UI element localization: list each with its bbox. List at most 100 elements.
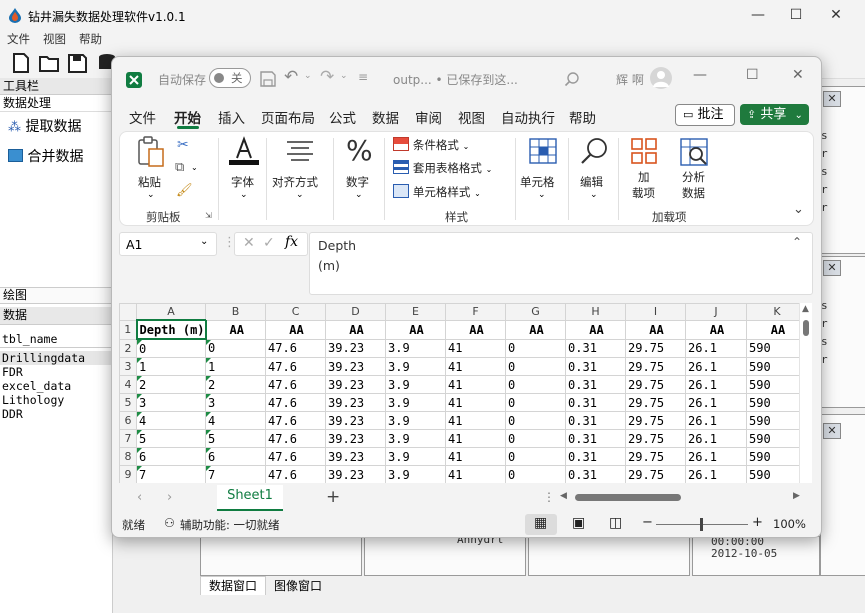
zoom-in-icon[interactable]: + [752, 515, 763, 530]
table-cell[interactable]: 7 [135, 465, 207, 483]
table-cell[interactable]: 0.31 [565, 338, 627, 358]
table-cell[interactable]: 0 [505, 338, 567, 358]
table-cell[interactable]: 3.9 [385, 393, 447, 412]
column-header[interactable]: A [135, 303, 207, 321]
tab-view[interactable]: 视图 [458, 107, 485, 127]
scroll-thumb[interactable] [803, 320, 809, 336]
table-cell[interactable]: 26.1 [685, 375, 748, 394]
alignment-button[interactable]: 对齐方式 ⌄ [272, 136, 328, 202]
minimize-button[interactable]: — [693, 67, 707, 83]
table-cell[interactable]: 41 [445, 393, 507, 412]
menu-file[interactable]: 文件 [7, 32, 30, 46]
table-cell[interactable]: 39.23 [325, 393, 387, 412]
table-cell[interactable]: AA [385, 319, 447, 340]
table-cell[interactable]: 3.9 [385, 375, 447, 394]
accessibility-icon[interactable]: ⚇ [164, 516, 175, 530]
tab-home[interactable]: 开始 [174, 107, 201, 127]
autosave-toggle[interactable]: 关 [209, 68, 251, 88]
tab-image-window[interactable]: 图像窗口 [266, 577, 330, 595]
tab-automate[interactable]: 自动执行 [501, 107, 555, 127]
table-cell[interactable]: 0 [135, 338, 207, 358]
merge-data-tool[interactable]: 合并数据 [0, 142, 112, 172]
prev-sheet-icon[interactable]: ‹ [137, 490, 142, 505]
table-cell[interactable]: 47.6 [265, 375, 327, 394]
add-sheet-icon[interactable]: + [326, 487, 340, 507]
table-cell[interactable]: 0 [505, 447, 567, 466]
table-cell[interactable]: 39.23 [325, 411, 387, 430]
table-cell[interactable]: 39.23 [325, 429, 387, 448]
dialog-launcher-icon[interactable]: ⇲ [205, 211, 212, 220]
avatar[interactable] [650, 67, 672, 89]
select-all-corner[interactable] [119, 303, 137, 321]
table-cell[interactable]: 26.1 [685, 357, 748, 376]
list-item[interactable]: excel_data [0, 379, 112, 393]
table-cell[interactable]: 39.23 [325, 375, 387, 394]
table-cell[interactable]: AA [325, 319, 387, 340]
table-cell[interactable]: 4 [205, 411, 267, 430]
scroll-right-icon[interactable]: ▶ [793, 491, 800, 501]
zoom-out-icon[interactable]: − [642, 515, 653, 530]
maximize-button[interactable]: ☐ [746, 67, 759, 83]
table-cell[interactable]: AA [265, 319, 327, 340]
table-format-button[interactable]: 套用表格格式 ⌄ [393, 160, 492, 178]
table-cell[interactable]: 3.9 [385, 429, 447, 448]
name-box[interactable]: A1 ⌄ [119, 232, 217, 256]
list-item[interactable]: Lithology [0, 393, 112, 407]
table-cell[interactable]: 4 [135, 411, 207, 430]
table-cell[interactable]: 3 [135, 393, 207, 412]
table-cell[interactable]: 0.31 [565, 375, 627, 394]
row-header[interactable]: 9 [119, 465, 137, 483]
list-item[interactable]: Drillingdata [0, 351, 112, 365]
table-cell[interactable]: 0 [505, 375, 567, 394]
tab-page-layout[interactable]: 页面布局 [261, 107, 315, 127]
table-cell[interactable]: 0.31 [565, 429, 627, 448]
menu-view[interactable]: 视图 [43, 32, 66, 46]
table-cell[interactable]: 7 [205, 465, 267, 483]
table-cell[interactable]: AA [625, 319, 687, 340]
table-cell[interactable]: 3.9 [385, 447, 447, 466]
row-header[interactable]: 3 [119, 357, 137, 376]
cells-button[interactable]: 单元格 ⌄ [520, 136, 566, 202]
table-cell[interactable]: 47.6 [265, 465, 327, 483]
tab-data[interactable]: 数据 [372, 107, 399, 127]
close-icon[interactable]: ✕ [823, 91, 841, 107]
table-cell[interactable]: 26.1 [685, 447, 748, 466]
table-cell[interactable]: 47.6 [265, 447, 327, 466]
table-cell[interactable]: 29.75 [625, 429, 687, 448]
table-cell[interactable]: 41 [445, 357, 507, 376]
file-name[interactable]: outp... • 已保存到这... [393, 71, 518, 88]
tab-review[interactable]: 审阅 [415, 107, 442, 127]
table-cell[interactable]: 41 [445, 375, 507, 394]
insert-function-icon[interactable]: fx [285, 234, 298, 250]
table-cell[interactable]: 29.75 [625, 338, 687, 358]
list-item[interactable]: DDR [0, 407, 112, 421]
new-file-icon[interactable] [10, 52, 32, 74]
table-cell[interactable]: Depth (m) [135, 319, 207, 340]
table-cell[interactable]: 0 [505, 429, 567, 448]
table-cell[interactable]: 29.75 [625, 465, 687, 483]
cut-icon[interactable]: ✂ [177, 137, 189, 153]
table-cell[interactable]: 47.6 [265, 411, 327, 430]
table-cell[interactable]: 41 [445, 447, 507, 466]
tab-sheet1[interactable]: Sheet1 [217, 485, 283, 511]
cell-style-button[interactable]: 单元格样式 ⌄ [393, 184, 481, 202]
table-cell[interactable]: 1 [205, 357, 267, 376]
table-cell[interactable]: 2 [205, 375, 267, 394]
table-cell[interactable]: 41 [445, 429, 507, 448]
next-sheet-icon[interactable]: › [167, 490, 172, 505]
column-header[interactable]: D [325, 303, 387, 321]
table-cell[interactable]: 0.31 [565, 465, 627, 483]
font-button[interactable]: 字体 ⌄ [226, 136, 262, 202]
table-cell[interactable]: 26.1 [685, 465, 748, 483]
zoom-slider-thumb[interactable] [700, 518, 703, 531]
table-cell[interactable]: 29.75 [625, 375, 687, 394]
table-cell[interactable]: 47.6 [265, 429, 327, 448]
row-header[interactable]: 7 [119, 429, 137, 448]
close-icon[interactable]: ✕ [823, 423, 841, 439]
table-cell[interactable]: 0 [505, 411, 567, 430]
column-header[interactable]: G [505, 303, 567, 321]
formula-input[interactable]: Depth (m) ⌃ [309, 232, 813, 295]
format-painter-icon[interactable]: 🖌 [176, 183, 193, 198]
table-cell[interactable]: 39.23 [325, 447, 387, 466]
scroll-up-icon[interactable]: ▲ [802, 304, 809, 314]
